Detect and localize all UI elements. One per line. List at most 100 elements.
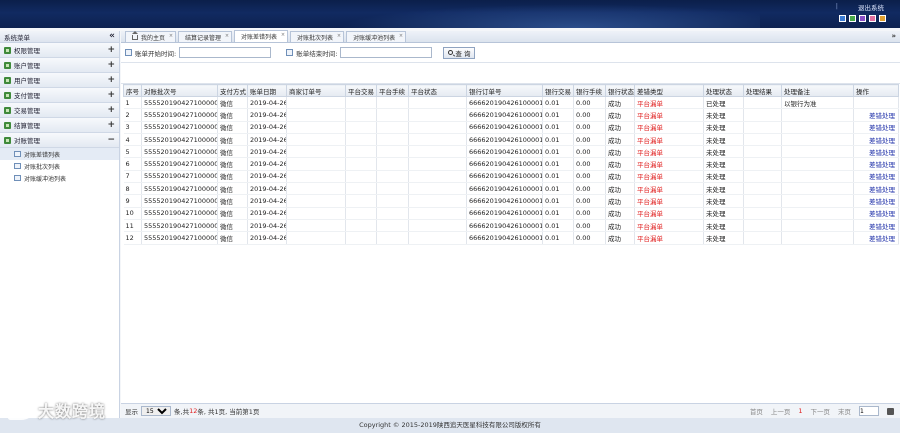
table-cell: 以银行为准 <box>781 96 854 110</box>
table-row[interactable]: 1155552019042710000023微信2019-04-26 666620… <box>123 219 899 233</box>
column-header[interactable]: 平台状态 <box>408 84 467 97</box>
table-row[interactable]: 155552019042710000023微信2019-04-26 6666201… <box>123 96 899 110</box>
column-header[interactable]: 对账批次号 <box>141 84 218 97</box>
table-row[interactable]: 855552019042710000023微信2019-04-26 6666201… <box>123 182 899 196</box>
query-button[interactable]: 查 询 <box>443 46 476 59</box>
table-row[interactable]: 355552019042710000023微信2019-04-26 6666201… <box>123 121 899 134</box>
column-header[interactable]: 处理备注 <box>781 84 854 97</box>
error-handle-link[interactable]: 差错处理 <box>853 219 899 233</box>
column-header[interactable]: 序号 <box>123 84 142 97</box>
error-handle-link[interactable]: 差错处理 <box>853 231 899 245</box>
column-header[interactable]: 差错类型 <box>634 84 704 97</box>
error-handle-link[interactable]: 差错处理 <box>853 121 899 134</box>
error-handle-link[interactable]: 差错处理 <box>853 207 899 220</box>
toolbar-spacer <box>121 63 900 84</box>
expand-toggle-icon[interactable]: + <box>107 60 115 70</box>
sidebar-sub-item[interactable]: 对账批次列表 <box>0 160 119 172</box>
sidebar-sub-item[interactable]: 对账缓冲池列表 <box>0 172 119 184</box>
table-cell: 8 <box>123 182 142 196</box>
sidebar-group[interactable]: 支付管理 + <box>0 88 119 103</box>
column-header[interactable]: 银行订单号 <box>466 84 543 97</box>
column-header[interactable]: 银行状态 <box>605 84 635 97</box>
error-handle-link[interactable]: 差错处理 <box>853 145 899 159</box>
column-header[interactable]: 操作 <box>853 84 899 97</box>
table-cell: 0.00 <box>573 170 606 184</box>
tab[interactable]: 对账缓冲池列表 × <box>346 31 407 42</box>
expand-toggle-icon[interactable]: + <box>107 105 115 115</box>
table-cell <box>345 145 377 159</box>
table-cell: 平台漏单 <box>634 108 704 122</box>
theme-swatch-pink[interactable] <box>869 15 876 22</box>
page-size-select[interactable]: 15 <box>141 406 171 416</box>
error-handle-link[interactable]: 差错处理 <box>853 133 899 147</box>
table-cell: 2019-04-26 <box>247 157 287 171</box>
table-row[interactable]: 255552019042710000023微信2019-04-26 6666201… <box>123 108 899 122</box>
column-header[interactable]: 账单日期 <box>247 84 287 97</box>
column-header[interactable]: 平台交易 <box>345 84 377 97</box>
sidebar-group[interactable]: 结算管理 + <box>0 118 119 133</box>
error-handle-link[interactable]: 差错处理 <box>853 108 899 122</box>
sidebar-sub-label: 对账批次列表 <box>24 163 61 171</box>
total-prefix: 条,共 <box>174 408 190 416</box>
column-header[interactable]: 银行手续 <box>573 84 606 97</box>
expand-toggle-icon[interactable]: + <box>107 120 115 130</box>
table-row[interactable]: 455552019042710000023微信2019-04-26 6666201… <box>123 133 899 147</box>
table-row[interactable]: 1255552019042710000023微信2019-04-26 666620… <box>123 231 899 245</box>
jump-page-input[interactable] <box>859 406 879 416</box>
theme-swatch-blue[interactable] <box>839 15 846 22</box>
tab[interactable]: 对账批次列表 × <box>290 31 345 42</box>
expand-toggle-icon[interactable]: + <box>107 90 115 100</box>
table-row[interactable]: 555552019042710000023微信2019-04-26 6666201… <box>123 145 899 159</box>
error-handle-link[interactable]: 差错处理 <box>853 170 899 184</box>
column-header[interactable]: 支付方式 <box>217 84 248 97</box>
last-page-link[interactable]: 末页 <box>838 406 851 416</box>
error-handle-link[interactable] <box>853 96 899 110</box>
expand-toggle-icon[interactable]: + <box>107 75 115 85</box>
column-header[interactable]: 商家订单号 <box>286 84 346 97</box>
sidebar-group[interactable]: 权限管理 + <box>0 43 119 58</box>
next-page-link[interactable]: 下一页 <box>811 406 831 416</box>
theme-swatch-green[interactable] <box>849 15 856 22</box>
go-page-icon[interactable] <box>887 407 894 415</box>
error-handle-link[interactable]: 差错处理 <box>853 182 899 196</box>
end-date-input[interactable] <box>340 47 433 58</box>
expand-toggle-icon[interactable]: − <box>107 135 115 145</box>
tab[interactable]: 对账差错列表 × <box>234 30 289 42</box>
close-tab-icon[interactable]: × <box>399 33 403 39</box>
tabs-more-icon[interactable]: » <box>891 32 896 40</box>
start-date-input[interactable] <box>179 47 272 58</box>
sidebar-group[interactable]: 账户管理 + <box>0 58 119 73</box>
expand-toggle-icon[interactable]: + <box>107 45 115 55</box>
sidebar-group[interactable]: 对账管理 − <box>0 133 119 148</box>
table-row[interactable]: 755552019042710000023微信2019-04-26 6666201… <box>123 170 899 184</box>
collapse-sidebar-icon[interactable]: « <box>109 32 115 41</box>
theme-swatch-purple[interactable] <box>859 15 866 22</box>
close-tab-icon[interactable]: × <box>337 33 341 39</box>
table-cell: 平台漏单 <box>634 207 704 220</box>
first-page-link[interactable]: 首页 <box>750 406 763 416</box>
table-row[interactable]: 955552019042710000023微信2019-04-26 6666201… <box>123 194 899 208</box>
column-header[interactable]: 处理结果 <box>743 84 782 97</box>
exit-system-link[interactable]: 退出系统 <box>858 2 884 12</box>
table-cell: 0.01 <box>542 133 574 147</box>
error-handle-link[interactable]: 差错处理 <box>853 194 899 208</box>
error-handle-link[interactable]: 差错处理 <box>853 157 899 171</box>
sidebar-sub-item[interactable]: 对账差错列表 <box>0 148 119 160</box>
tab[interactable]: 我的主页 × <box>125 30 177 42</box>
table-cell: 66662019042610000102 <box>466 108 543 122</box>
column-header[interactable]: 平台手续 <box>376 84 409 97</box>
table-cell: 55552019042710000023 <box>141 231 218 245</box>
prev-page-link[interactable]: 上一页 <box>771 406 791 416</box>
table-row[interactable]: 1055552019042710000023微信2019-04-26 666620… <box>123 207 899 220</box>
close-tab-icon[interactable]: × <box>169 33 173 39</box>
table-cell <box>408 157 467 171</box>
sidebar-group[interactable]: 用户管理 + <box>0 73 119 88</box>
column-header[interactable]: 银行交易 <box>542 84 574 97</box>
tab[interactable]: 结算记录管理 × <box>178 31 233 42</box>
table-row[interactable]: 655552019042710000023微信2019-04-26 6666201… <box>123 157 899 171</box>
column-header[interactable]: 处理状态 <box>703 84 744 97</box>
theme-swatch-orange[interactable] <box>879 15 886 22</box>
close-tab-icon[interactable]: × <box>281 32 285 38</box>
sidebar-group[interactable]: 交易管理 + <box>0 103 119 118</box>
close-tab-icon[interactable]: × <box>225 33 229 39</box>
